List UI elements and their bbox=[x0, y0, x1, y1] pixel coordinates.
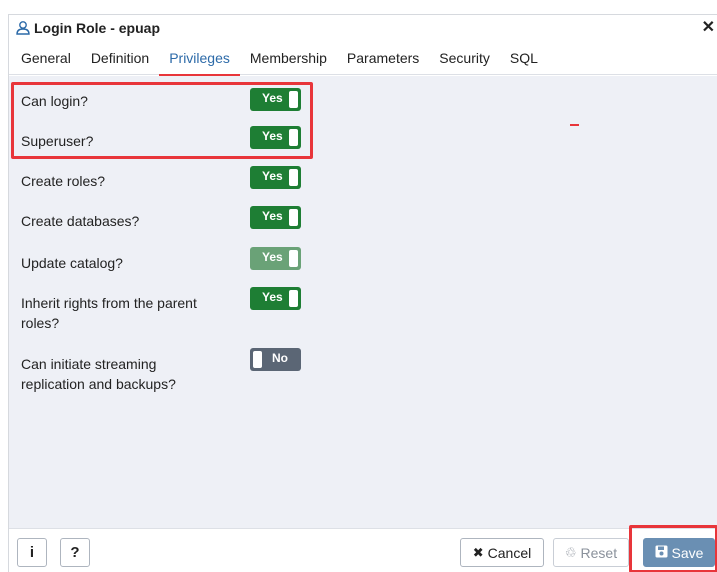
tab-sql[interactable]: SQL bbox=[500, 41, 548, 75]
dialog-footer: i ? ✖ Cancel ♲ Reset Save bbox=[9, 528, 717, 572]
tab-membership[interactable]: Membership bbox=[240, 41, 337, 75]
cancel-label: Cancel bbox=[487, 544, 532, 561]
info-button[interactable]: i bbox=[17, 538, 47, 567]
update-catalog-label: Update catalog? bbox=[21, 255, 123, 271]
annotation-highlight-save bbox=[629, 525, 717, 572]
toggle-knob bbox=[289, 209, 298, 226]
tab-definition[interactable]: Definition bbox=[81, 41, 159, 75]
create-databases-value: Yes bbox=[262, 209, 283, 223]
annotation-highlight-privileges bbox=[11, 82, 313, 159]
tab-parameters[interactable]: Parameters bbox=[337, 41, 429, 75]
replication-toggle[interactable]: No bbox=[250, 348, 301, 371]
dialog-title: Login Role - epuap bbox=[34, 20, 160, 36]
dialog-titlebar: Login Role - epuap ✕ bbox=[9, 15, 717, 41]
tab-security[interactable]: Security bbox=[429, 41, 500, 75]
close-icon[interactable]: ✕ bbox=[702, 17, 715, 37]
replication-value: No bbox=[272, 351, 288, 365]
toggle-knob bbox=[253, 351, 262, 368]
tab-general[interactable]: General bbox=[11, 41, 81, 75]
replication-label: Can initiate streaming replication and b… bbox=[21, 356, 176, 392]
help-icon: ? bbox=[70, 544, 80, 561]
create-databases-toggle[interactable]: Yes bbox=[250, 206, 301, 229]
reset-label: Reset bbox=[580, 544, 618, 561]
help-button[interactable]: ? bbox=[60, 538, 90, 567]
reset-button[interactable]: ♲ Reset bbox=[553, 538, 629, 567]
toggle-knob bbox=[289, 169, 298, 186]
toggle-knob bbox=[289, 250, 298, 267]
create-roles-toggle[interactable]: Yes bbox=[250, 166, 301, 189]
create-roles-value: Yes bbox=[262, 169, 283, 183]
create-roles-label: Create roles? bbox=[21, 173, 106, 189]
tab-privileges[interactable]: Privileges bbox=[159, 41, 240, 77]
user-role-icon bbox=[15, 20, 31, 36]
toggle-knob bbox=[289, 290, 298, 307]
update-catalog-value: Yes bbox=[262, 250, 283, 264]
annotation-mark bbox=[570, 124, 579, 126]
info-icon: i bbox=[29, 544, 35, 561]
update-catalog-toggle[interactable]: Yes bbox=[250, 247, 301, 270]
x-icon: ✖ bbox=[472, 544, 484, 560]
inherit-rights-toggle[interactable]: Yes bbox=[250, 287, 301, 310]
login-role-dialog: Login Role - epuap ✕ General Definition … bbox=[8, 14, 717, 572]
inherit-rights-label: Inherit rights from the parent roles? bbox=[21, 295, 197, 331]
create-databases-label: Create databases? bbox=[21, 213, 140, 229]
inherit-rights-value: Yes bbox=[262, 290, 283, 304]
tab-bar: General Definition Privileges Membership… bbox=[9, 41, 717, 77]
cancel-button[interactable]: ✖ Cancel bbox=[460, 538, 544, 567]
recycle-icon: ♲ bbox=[564, 544, 577, 560]
